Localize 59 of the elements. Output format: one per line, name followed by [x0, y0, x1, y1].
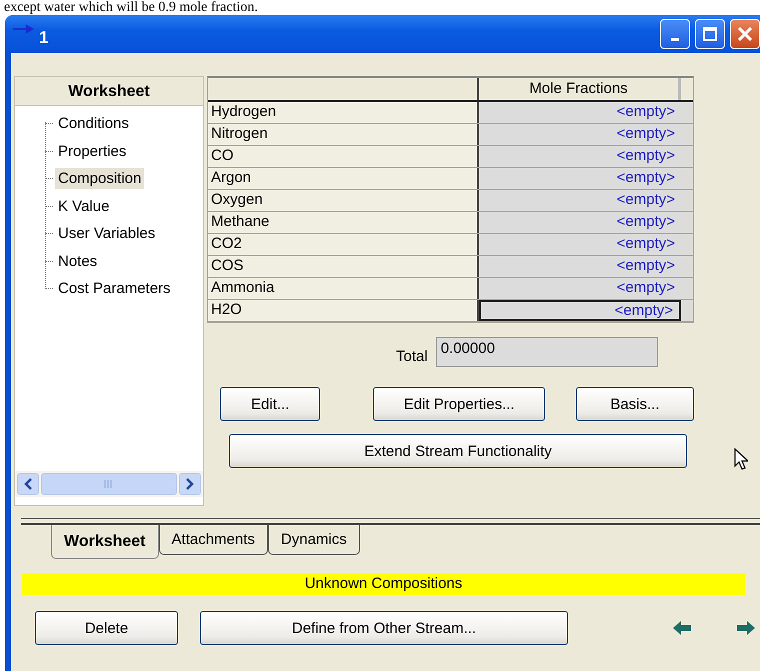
row-header: COS — [208, 256, 479, 277]
chevron-left-icon — [23, 478, 33, 490]
close-icon — [738, 27, 752, 41]
footer-button[interactable]: Define from Other Stream... — [200, 611, 568, 645]
tree-item[interactable]: Cost Parameters — [55, 278, 174, 300]
row-header: Argon — [208, 168, 479, 189]
tree-item[interactable]: Properties — [55, 140, 130, 162]
value-cell[interactable]: <empty> — [479, 300, 681, 321]
value-cell[interactable]: <empty> — [479, 102, 681, 123]
action-button[interactable]: Edit Properties... — [373, 387, 545, 421]
value-cell[interactable]: <empty> — [479, 168, 681, 189]
row-header: Methane — [208, 212, 479, 233]
total-label: Total — [396, 348, 428, 364]
action-button[interactable]: Basis... — [576, 387, 694, 421]
row-header: CO — [208, 146, 479, 167]
tab[interactable]: Attachments — [158, 525, 268, 555]
tree-item[interactable]: Composition — [55, 168, 144, 190]
value-cell[interactable]: <empty> — [479, 278, 681, 299]
tab[interactable]: Dynamics — [268, 525, 360, 555]
action-button[interactable]: Edit... — [220, 387, 320, 421]
value-cell[interactable]: <empty> — [479, 146, 681, 167]
maximize-icon — [703, 27, 717, 41]
value-cell[interactable]: <empty> — [479, 124, 681, 145]
left-arrow-icon[interactable] — [673, 621, 691, 635]
value-cell[interactable]: <empty> — [479, 190, 681, 211]
row-header: CO2 — [208, 234, 479, 255]
status-bar: Unknown Compositions — [22, 573, 745, 595]
tree-item[interactable]: User Variables — [55, 223, 158, 244]
scrollbar-thumb[interactable] — [41, 473, 177, 495]
chevron-right-icon — [185, 478, 195, 490]
minimize-icon — [671, 38, 679, 40]
extend-button[interactable]: Extend Stream Functionality — [229, 434, 687, 468]
grip-icon — [104, 480, 114, 488]
row-header: Nitrogen — [208, 124, 479, 145]
row-header: H2O — [208, 300, 479, 321]
footer-button[interactable]: Delete — [35, 611, 178, 645]
total-field: 0.00000 — [436, 337, 658, 367]
scroll-left-button[interactable] — [17, 473, 39, 495]
tree-item[interactable]: K Value — [55, 196, 112, 217]
row-header: Hydrogen — [208, 102, 479, 123]
right-arrow-icon[interactable] — [737, 621, 755, 635]
row-header: Oxygen — [208, 190, 479, 211]
horizontal-scrollbar[interactable] — [15, 471, 203, 497]
close-button[interactable] — [730, 19, 760, 49]
scroll-right-button[interactable] — [179, 473, 201, 495]
arrow-icon — [13, 23, 35, 35]
value-cell[interactable]: <empty> — [479, 256, 681, 277]
cursor-icon — [734, 448, 748, 470]
row-header: Ammonia — [208, 278, 479, 299]
maximize-button[interactable] — [695, 19, 725, 49]
minimize-button[interactable] — [660, 19, 690, 49]
panel-header: Worksheet — [15, 77, 203, 106]
tab[interactable]: Worksheet — [51, 525, 159, 559]
tree-item[interactable]: Conditions — [55, 113, 132, 134]
tree-item[interactable]: Notes — [55, 250, 100, 272]
caption-text: except water which will be 0.9 mole fraction. — [3, 0, 259, 15]
value-cell[interactable]: <empty> — [479, 234, 681, 255]
value-cell[interactable]: <empty> — [479, 212, 681, 233]
window-title: 1 — [39, 28, 48, 48]
